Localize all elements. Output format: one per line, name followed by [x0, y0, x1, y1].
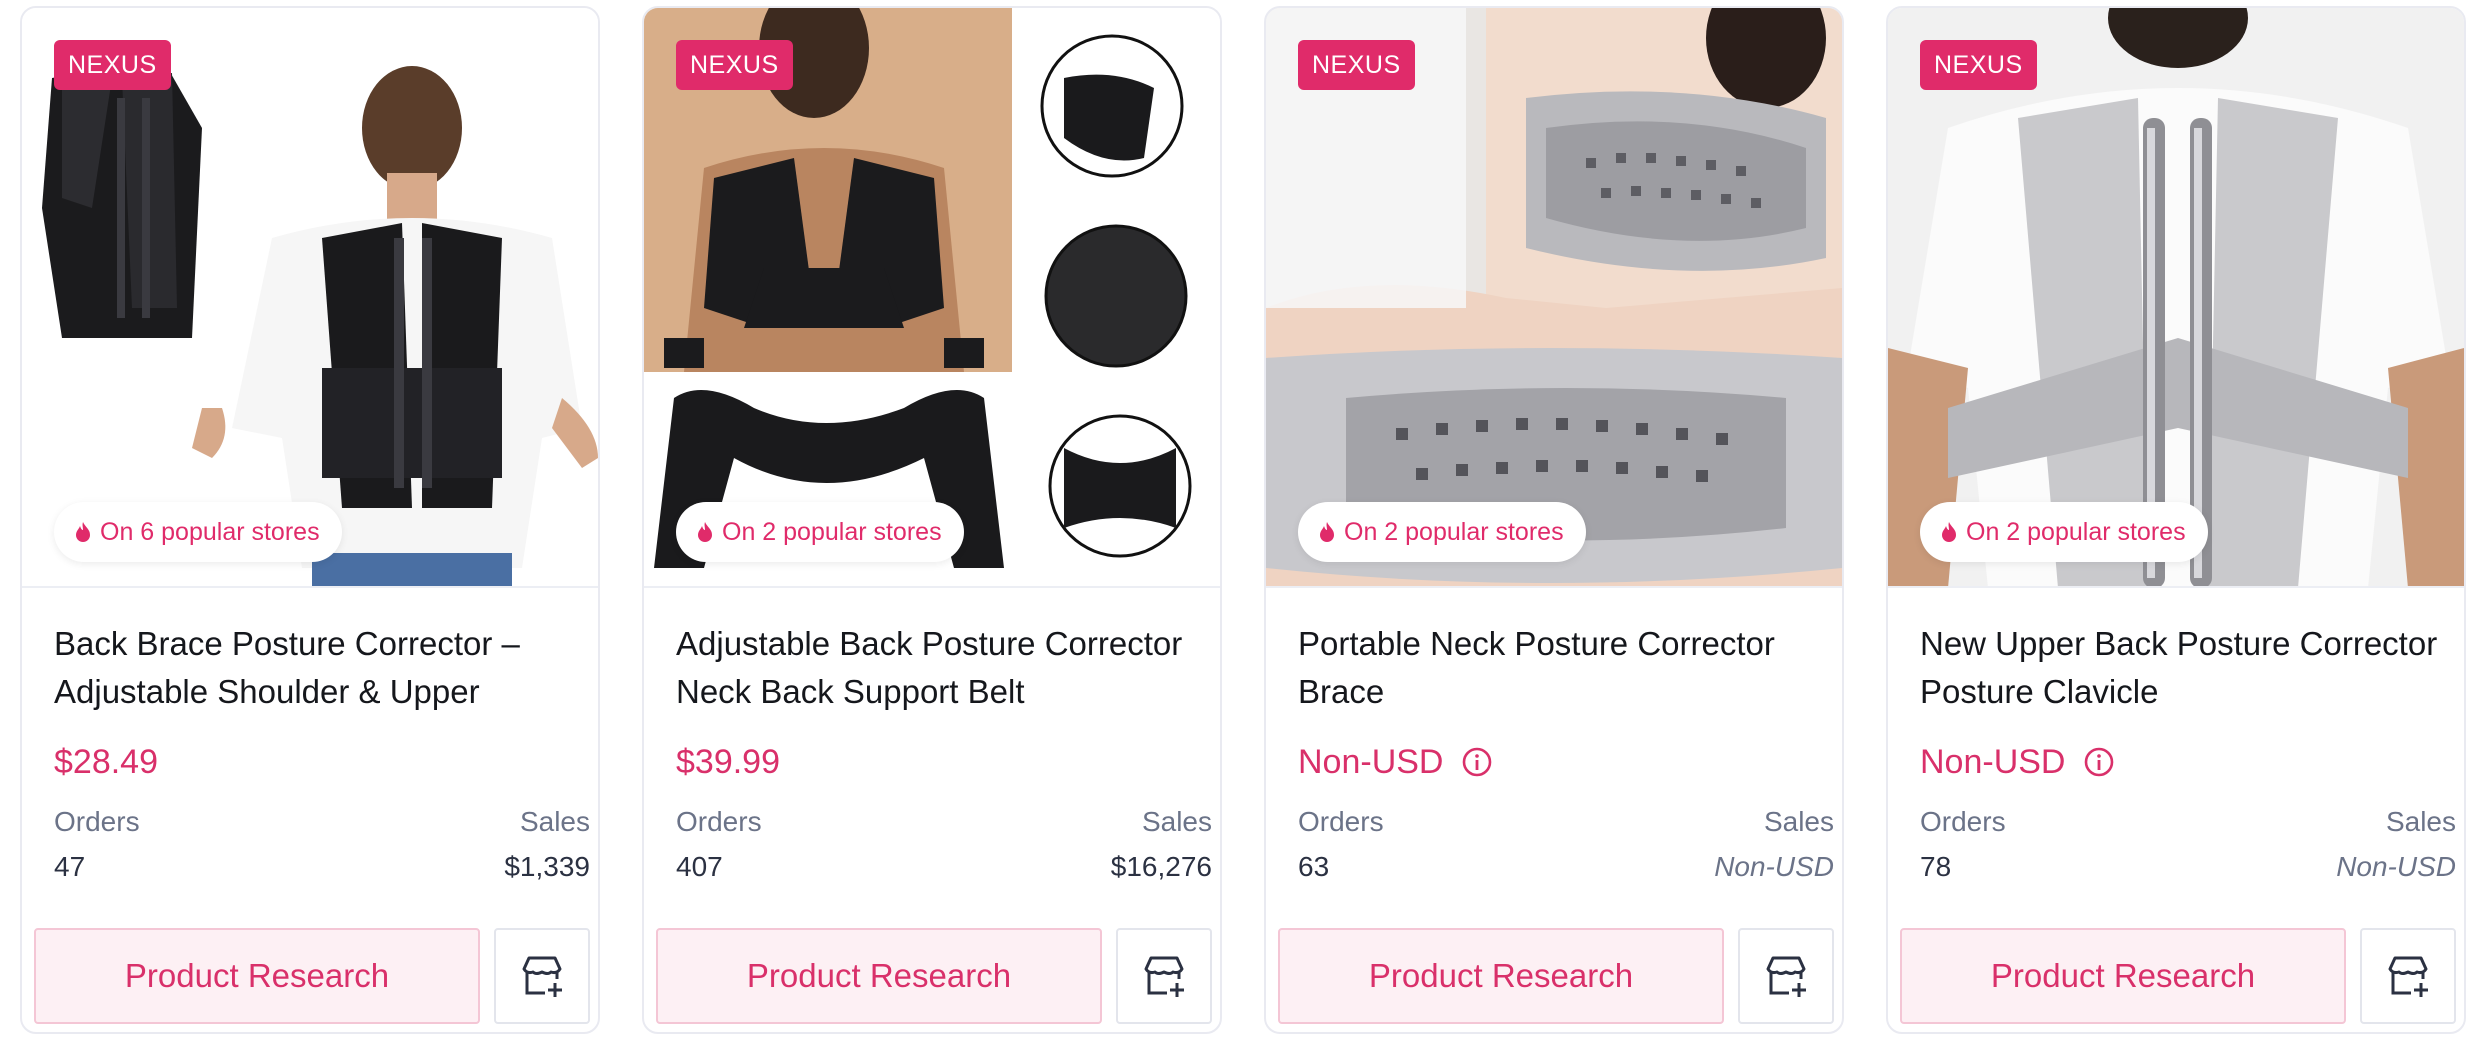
add-to-store-button[interactable] — [1116, 928, 1212, 1024]
sales-value: $16,276 — [1110, 851, 1212, 882]
price-row: $39.99 — [676, 742, 780, 782]
orders-value: 407 — [676, 851, 723, 882]
add-to-store-button[interactable] — [494, 928, 590, 1024]
orders-label: Orders — [54, 806, 140, 837]
sales-label: Sales — [1763, 806, 1834, 837]
add-store-icon — [522, 956, 562, 997]
popular-stores-label: On 6 popular stores — [100, 517, 320, 546]
add-store-icon — [2388, 956, 2428, 997]
orders-label: Orders — [1298, 806, 1384, 837]
info-icon[interactable] — [2083, 746, 2115, 778]
brand-badge: NEXUS — [676, 40, 793, 90]
product-card[interactable]: NEXUS On 2 popular stores Adjustable Bac… — [642, 6, 1222, 1034]
stat-values: 78 Non-USD — [1920, 851, 2456, 883]
stat-labels: Orders Sales — [1298, 806, 1834, 838]
product-image-clavicle-corrector — [1888, 8, 2464, 586]
orders-label: Orders — [1920, 806, 2006, 837]
fire-icon — [1320, 522, 1334, 542]
product-price: Non-USD — [1920, 743, 2066, 781]
product-grid: NEXUS On 6 popular stores Back Brace Pos… — [0, 0, 2488, 1044]
popular-stores-pill[interactable]: On 6 popular stores — [54, 502, 342, 562]
sales-value: $1,339 — [504, 851, 590, 882]
product-image[interactable]: NEXUS On 2 popular stores — [1266, 8, 1842, 588]
add-store-icon — [1144, 956, 1184, 997]
brand-badge: NEXUS — [54, 40, 171, 90]
product-title[interactable]: Adjustable Back Posture Corrector Neck B… — [676, 620, 1206, 716]
brand-badge: NEXUS — [1298, 40, 1415, 90]
product-card[interactable]: NEXUS On 2 popular stores New Upper Back… — [1886, 6, 2466, 1034]
fire-icon — [76, 522, 90, 542]
product-image-neck-brace — [1266, 8, 1842, 586]
brand-badge: NEXUS — [1920, 40, 2037, 90]
product-image[interactable]: NEXUS On 2 popular stores — [644, 8, 1220, 588]
product-price: Non-USD — [1298, 743, 1444, 781]
product-title[interactable]: Portable Neck Posture Corrector Brace — [1298, 620, 1828, 716]
fire-icon — [1942, 522, 1956, 542]
product-research-button[interactable]: Product Research — [656, 928, 1102, 1024]
product-title[interactable]: New Upper Back Posture Corrector Posture… — [1920, 620, 2450, 716]
product-price: $28.49 — [54, 743, 158, 781]
price-row: Non-USD — [1298, 742, 1493, 782]
product-image[interactable]: NEXUS On 2 popular stores — [1888, 8, 2464, 588]
sales-label: Sales — [519, 806, 590, 837]
popular-stores-label: On 2 popular stores — [722, 517, 942, 546]
price-row: Non-USD — [1920, 742, 2115, 782]
sales-label: Sales — [2385, 806, 2456, 837]
stat-labels: Orders Sales — [54, 806, 590, 838]
popular-stores-pill[interactable]: On 2 popular stores — [676, 502, 964, 562]
price-row: $28.49 — [54, 742, 158, 782]
product-title[interactable]: Back Brace Posture Corrector – Adjustabl… — [54, 620, 584, 716]
product-research-button[interactable]: Product Research — [34, 928, 480, 1024]
stat-labels: Orders Sales — [676, 806, 1212, 838]
popular-stores-pill[interactable]: On 2 popular stores — [1920, 502, 2208, 562]
orders-label: Orders — [676, 806, 762, 837]
product-image-neck-support-belt — [644, 8, 1220, 586]
stat-values: 407 $16,276 — [676, 851, 1212, 883]
orders-value: 78 — [1920, 851, 1952, 882]
product-research-button[interactable]: Product Research — [1278, 928, 1724, 1024]
stat-values: 63 Non-USD — [1298, 851, 1834, 883]
product-image[interactable]: NEXUS On 6 popular stores — [22, 8, 598, 588]
info-icon[interactable] — [1461, 746, 1493, 778]
sales-value: Non-USD — [1714, 851, 1834, 882]
stat-labels: Orders Sales — [1920, 806, 2456, 838]
fire-icon — [698, 522, 712, 542]
sales-label: Sales — [1141, 806, 1212, 837]
product-price: $39.99 — [676, 743, 780, 781]
sales-value: Non-USD — [2336, 851, 2456, 882]
popular-stores-pill[interactable]: On 2 popular stores — [1298, 502, 1586, 562]
orders-value: 63 — [1298, 851, 1330, 882]
product-research-button[interactable]: Product Research — [1900, 928, 2346, 1024]
product-image-posture-brace — [22, 8, 598, 586]
orders-value: 47 — [54, 851, 86, 882]
stat-values: 47 $1,339 — [54, 851, 590, 883]
add-store-icon — [1766, 956, 1806, 997]
product-card[interactable]: NEXUS On 2 popular stores Portable Neck … — [1264, 6, 1844, 1034]
add-to-store-button[interactable] — [2360, 928, 2456, 1024]
popular-stores-label: On 2 popular stores — [1966, 517, 2186, 546]
popular-stores-label: On 2 popular stores — [1344, 517, 1564, 546]
product-card[interactable]: NEXUS On 6 popular stores Back Brace Pos… — [20, 6, 600, 1034]
add-to-store-button[interactable] — [1738, 928, 1834, 1024]
